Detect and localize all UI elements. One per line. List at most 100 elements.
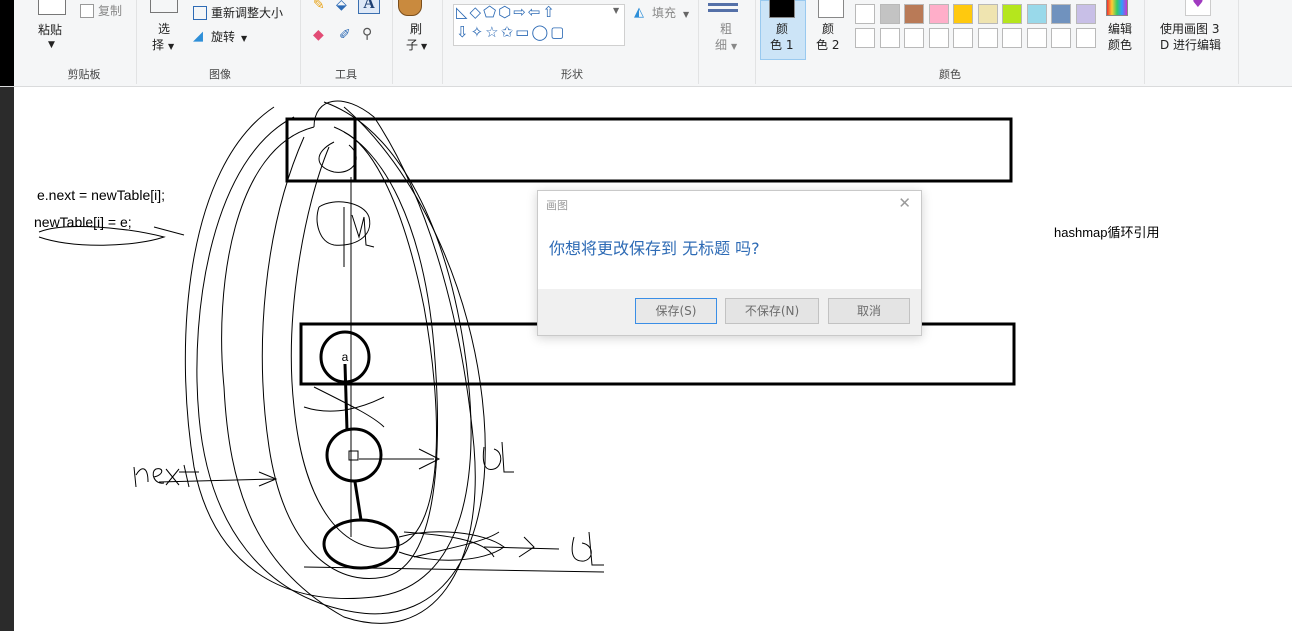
palette-swatch[interactable] xyxy=(855,28,875,48)
fill-bucket-icon[interactable]: ⬙ xyxy=(336,0,347,12)
save-button[interactable]: 保存(S) xyxy=(635,298,717,324)
colors-group-label: 颜色 xyxy=(939,68,961,81)
dialog-footer: 保存(S) 不保存(N) 取消 xyxy=(538,289,921,335)
paint3d-button-line2[interactable]: D 进行编辑 xyxy=(1160,38,1221,52)
paste-dropdown-icon[interactable]: ▼ xyxy=(48,38,55,52)
resize-button[interactable]: 重新调整大小 xyxy=(211,6,283,20)
paint3d-button-line1[interactable]: 使用画图 3 xyxy=(1160,22,1219,36)
palette-swatch[interactable] xyxy=(1075,4,1096,24)
edit-colors-button-line1[interactable]: 编辑 xyxy=(1108,22,1132,36)
palette-swatch[interactable] xyxy=(977,4,998,24)
palette-swatch[interactable] xyxy=(953,28,973,48)
color2-label-line2[interactable]: 色 2 xyxy=(816,38,839,52)
paste-button[interactable]: 粘贴 xyxy=(38,23,62,37)
clipboard-group-label: 剪贴板 xyxy=(67,68,101,81)
paste-icon[interactable] xyxy=(38,0,66,15)
close-icon[interactable]: ✕ xyxy=(898,194,911,212)
dialog-title: 画图 xyxy=(546,199,568,212)
palette-swatch[interactable] xyxy=(1075,28,1096,48)
fill-icon[interactable]: ◭ xyxy=(634,6,644,20)
dont-save-button[interactable]: 不保存(N) xyxy=(725,298,819,324)
shapes-group-label: 形状 xyxy=(561,68,583,81)
node-label: a xyxy=(342,350,349,364)
palette-swatch[interactable] xyxy=(879,28,900,48)
code-line-2: newTable[i] = e; xyxy=(34,214,132,230)
code-line-1: e.next = newTable[i]; xyxy=(37,187,166,203)
tools-group-label: 工具 xyxy=(335,68,357,81)
divider xyxy=(698,0,699,84)
rotate-button[interactable]: 旋转 xyxy=(211,30,235,44)
select-button-line1[interactable]: 选 xyxy=(158,22,170,36)
size-dropdown-icon[interactable]: ▼ xyxy=(731,40,737,54)
node-ellipse xyxy=(322,518,400,570)
drawn-rectangle-top xyxy=(285,117,1013,183)
shapes-scroll-icon[interactable]: ▼ xyxy=(613,4,619,18)
workspace-left-edge xyxy=(0,87,14,631)
palette-swatch[interactable] xyxy=(855,4,875,24)
shapes-row1-icons[interactable]: ◺◇⬠⬡⇨⇦⇧ xyxy=(456,5,557,20)
color-picker-icon[interactable]: ✐ xyxy=(339,28,351,42)
paint3d-icon[interactable]: ♥ xyxy=(1185,0,1211,16)
palette-swatch[interactable] xyxy=(904,4,924,24)
palette-swatch[interactable] xyxy=(904,28,924,48)
pencil-icon[interactable]: ✎ xyxy=(313,0,325,12)
palette-swatch[interactable] xyxy=(1051,4,1071,24)
copy-button[interactable]: 复制 xyxy=(98,4,122,18)
select-icon[interactable] xyxy=(150,0,178,13)
eraser-icon[interactable]: ◆ xyxy=(313,28,324,42)
rotate-icon[interactable]: ◢ xyxy=(193,30,203,44)
color1-label-line1: 颜 xyxy=(776,22,789,36)
color1-label-line2: 色 1 xyxy=(770,38,794,52)
divider xyxy=(755,0,756,84)
palette-swatch[interactable] xyxy=(928,4,949,24)
image-group-label: 图像 xyxy=(209,68,231,81)
select-button-line2[interactable]: 择 xyxy=(152,38,164,52)
edit-colors-button-line2[interactable]: 颜色 xyxy=(1108,38,1132,52)
palette-swatch[interactable] xyxy=(1051,28,1071,48)
palette-swatch[interactable] xyxy=(1002,28,1022,48)
fill-button[interactable]: 填充 xyxy=(652,6,676,20)
brushes-button-line1[interactable]: 刷 xyxy=(410,22,422,36)
palette-swatch[interactable] xyxy=(1026,4,1047,24)
palette-swatch[interactable] xyxy=(879,4,900,24)
palette-swatch[interactable] xyxy=(928,28,949,48)
copy-icon[interactable] xyxy=(80,4,94,18)
side-note: hashmap循环引用 xyxy=(1054,225,1160,240)
palette-swatch[interactable] xyxy=(1026,28,1047,48)
drawing-canvas[interactable]: a e.next = newTable[i]; newTable[i] = e;… xyxy=(14,87,1292,631)
divider xyxy=(1238,0,1239,84)
divider xyxy=(442,0,443,84)
fill-dropdown-icon[interactable]: ▼ xyxy=(683,8,689,22)
size-icon[interactable] xyxy=(708,3,738,6)
divider xyxy=(136,0,137,84)
palette-swatch[interactable] xyxy=(953,4,973,24)
node-link xyxy=(343,363,349,431)
brushes-button-line2[interactable]: 子 xyxy=(406,38,418,52)
canvas-drawing: a xyxy=(38,100,1016,624)
color2-swatch[interactable] xyxy=(818,0,844,18)
node-inner-box xyxy=(348,450,359,461)
resize-icon[interactable] xyxy=(193,6,207,20)
palette-swatch[interactable] xyxy=(977,28,998,48)
divider xyxy=(392,0,393,84)
cancel-button[interactable]: 取消 xyxy=(828,298,910,324)
size-button-line1[interactable]: 粗 xyxy=(720,22,732,36)
color2-label-line1[interactable]: 颜 xyxy=(822,22,834,36)
node-ellipse xyxy=(325,427,383,483)
edit-colors-icon[interactable] xyxy=(1106,0,1128,16)
brush-icon[interactable] xyxy=(398,0,422,16)
palette-swatch[interactable] xyxy=(1002,4,1022,24)
dialog-message: 你想将更改保存到 无标题 吗? xyxy=(549,239,760,258)
save-changes-dialog: 画图 ✕ 你想将更改保存到 无标题 吗? 保存(S) 不保存(N) 取消 xyxy=(537,190,922,336)
magnifier-icon[interactable]: ⚲ xyxy=(362,27,372,41)
window-left-edge xyxy=(0,0,14,86)
shapes-row2-icons[interactable]: ⇩✧☆✩▭◯▢ xyxy=(456,25,566,40)
size-button-line2[interactable]: 细 xyxy=(715,38,727,52)
text-tool-icon[interactable]: A xyxy=(358,0,380,14)
shapes-gallery[interactable]: ◺◇⬠⬡⇨⇦⇧ ⇩✧☆✩▭◯▢ xyxy=(453,4,625,46)
brushes-dropdown-icon[interactable]: ▼ xyxy=(421,40,427,54)
rotate-dropdown-icon[interactable]: ▼ xyxy=(241,32,247,46)
linked-list-nodes xyxy=(319,330,400,570)
select-dropdown-icon[interactable]: ▼ xyxy=(168,40,174,54)
divider xyxy=(1144,0,1145,84)
